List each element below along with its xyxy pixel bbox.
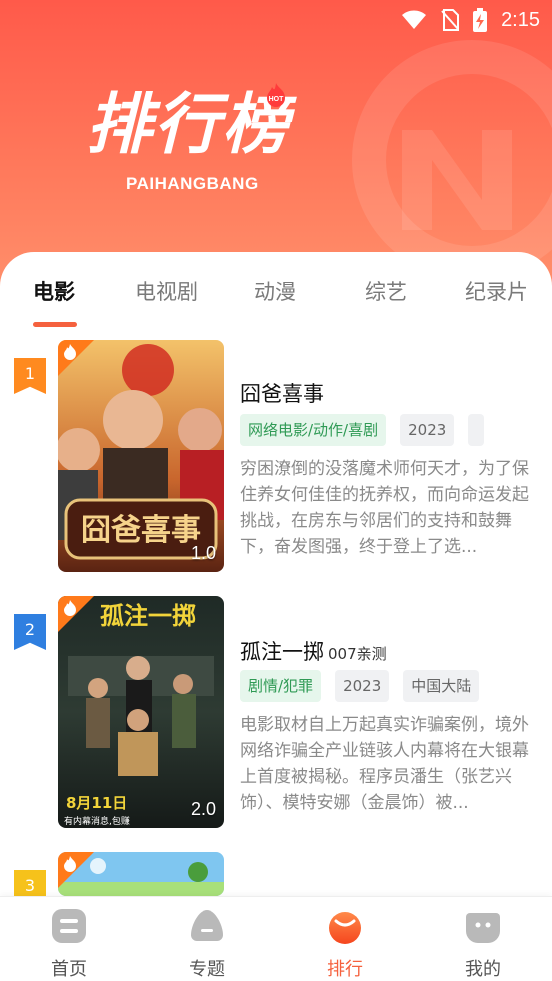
movie-poster[interactable] (58, 852, 224, 896)
bottom-navigation: 首页 专题 排行 我的 (0, 896, 552, 981)
page-title: 排行榜 (86, 86, 290, 163)
ranking-icon (329, 912, 361, 944)
poster-title-text: 囧爸喜事 (81, 513, 201, 548)
ranking-header: 2:15 排行榜 HOT PAIHANGBANG (0, 0, 552, 290)
tab-movie[interactable]: 电影 (33, 276, 75, 306)
category-tabs: 电影 电视剧 动漫 综艺 纪录片 (0, 272, 552, 332)
tab-documentary[interactable]: 纪录片 (465, 276, 528, 306)
tab-tv-series[interactable]: 电视剧 (135, 276, 198, 306)
movie-description: 电影取材自上万起真实诈骗案例，境外网络诈骗全产业链骇人内幕将在大银幕上首度被揭秘… (240, 715, 529, 813)
list-item[interactable]: 3 (0, 852, 552, 896)
hot-flame-icon: HOT (267, 83, 285, 107)
nav-topics-label: 专题 (189, 959, 225, 980)
battery-charging-icon (473, 8, 488, 32)
year-tag: 2023 (400, 414, 455, 446)
region-tag (468, 414, 485, 446)
page-subtitle: PAIHANGBANG (126, 174, 259, 193)
nav-ranking-label: 排行 (327, 959, 363, 980)
genre-tag: 剧情/犯罪 (240, 670, 322, 702)
nav-home[interactable]: 首页 (24, 907, 114, 981)
movie-tags: 剧情/犯罪 2023 中国大陆 (240, 670, 480, 702)
movie-title[interactable]: 孤注一掷 007亲测 (240, 636, 387, 666)
movie-poster[interactable]: 囧爸喜事 1.0 (58, 340, 224, 572)
movie-title-text: 囧爸喜事 (240, 382, 324, 406)
nav-ranking[interactable]: 排行 (300, 907, 390, 981)
tab-anime[interactable]: 动漫 (254, 276, 296, 306)
movie-title-text: 孤注一掷 (240, 640, 324, 664)
tab-active-indicator (33, 322, 77, 327)
fire-icon (58, 852, 94, 888)
movie-title[interactable]: 囧爸喜事 (240, 378, 324, 408)
home-icon (52, 909, 86, 943)
rank-badge: 3 (14, 870, 46, 896)
movie-poster[interactable]: 孤注一掷 8月11日 有内幕消息,包赚 2.0 (58, 596, 224, 828)
nav-profile[interactable]: 我的 (438, 907, 528, 981)
status-time: 2:15 (501, 8, 540, 31)
genre-tag: 网络电影/动作/喜剧 (240, 414, 387, 446)
score-label: 1.0 (190, 543, 216, 563)
tab-variety[interactable]: 综艺 (365, 276, 407, 306)
fire-icon (58, 596, 94, 632)
poster-note: 有内幕消息,包赚 (64, 815, 130, 827)
status-bar: 2:15 (401, 6, 540, 34)
hot-badge-label: HOT (269, 96, 285, 103)
profile-icon (466, 913, 500, 943)
year-tag: 2023 (335, 670, 390, 702)
fire-icon (58, 340, 94, 376)
nav-home-label: 首页 (51, 959, 87, 980)
nav-profile-label: 我的 (465, 959, 501, 980)
nav-topics[interactable]: 专题 (162, 907, 252, 981)
poster-date: 8月11日 (66, 794, 127, 812)
decorative-n-logo (402, 130, 512, 230)
topic-icon (191, 910, 223, 941)
wifi-icon (402, 10, 427, 29)
score-label: 2.0 (190, 799, 216, 819)
movie-tags: 网络电影/动作/喜剧 2023 (240, 414, 485, 446)
movie-title-suffix: 007亲测 (328, 645, 387, 663)
poster-title-text: 孤注一掷 (100, 602, 196, 630)
movie-description: 穷困潦倒的没落魔术师何天才，为了保住养女何佳佳的抚养权，而向命运发起挑战，在房东… (240, 459, 529, 557)
no-sim-icon (441, 9, 460, 31)
region-tag: 中国大陆 (403, 670, 480, 702)
